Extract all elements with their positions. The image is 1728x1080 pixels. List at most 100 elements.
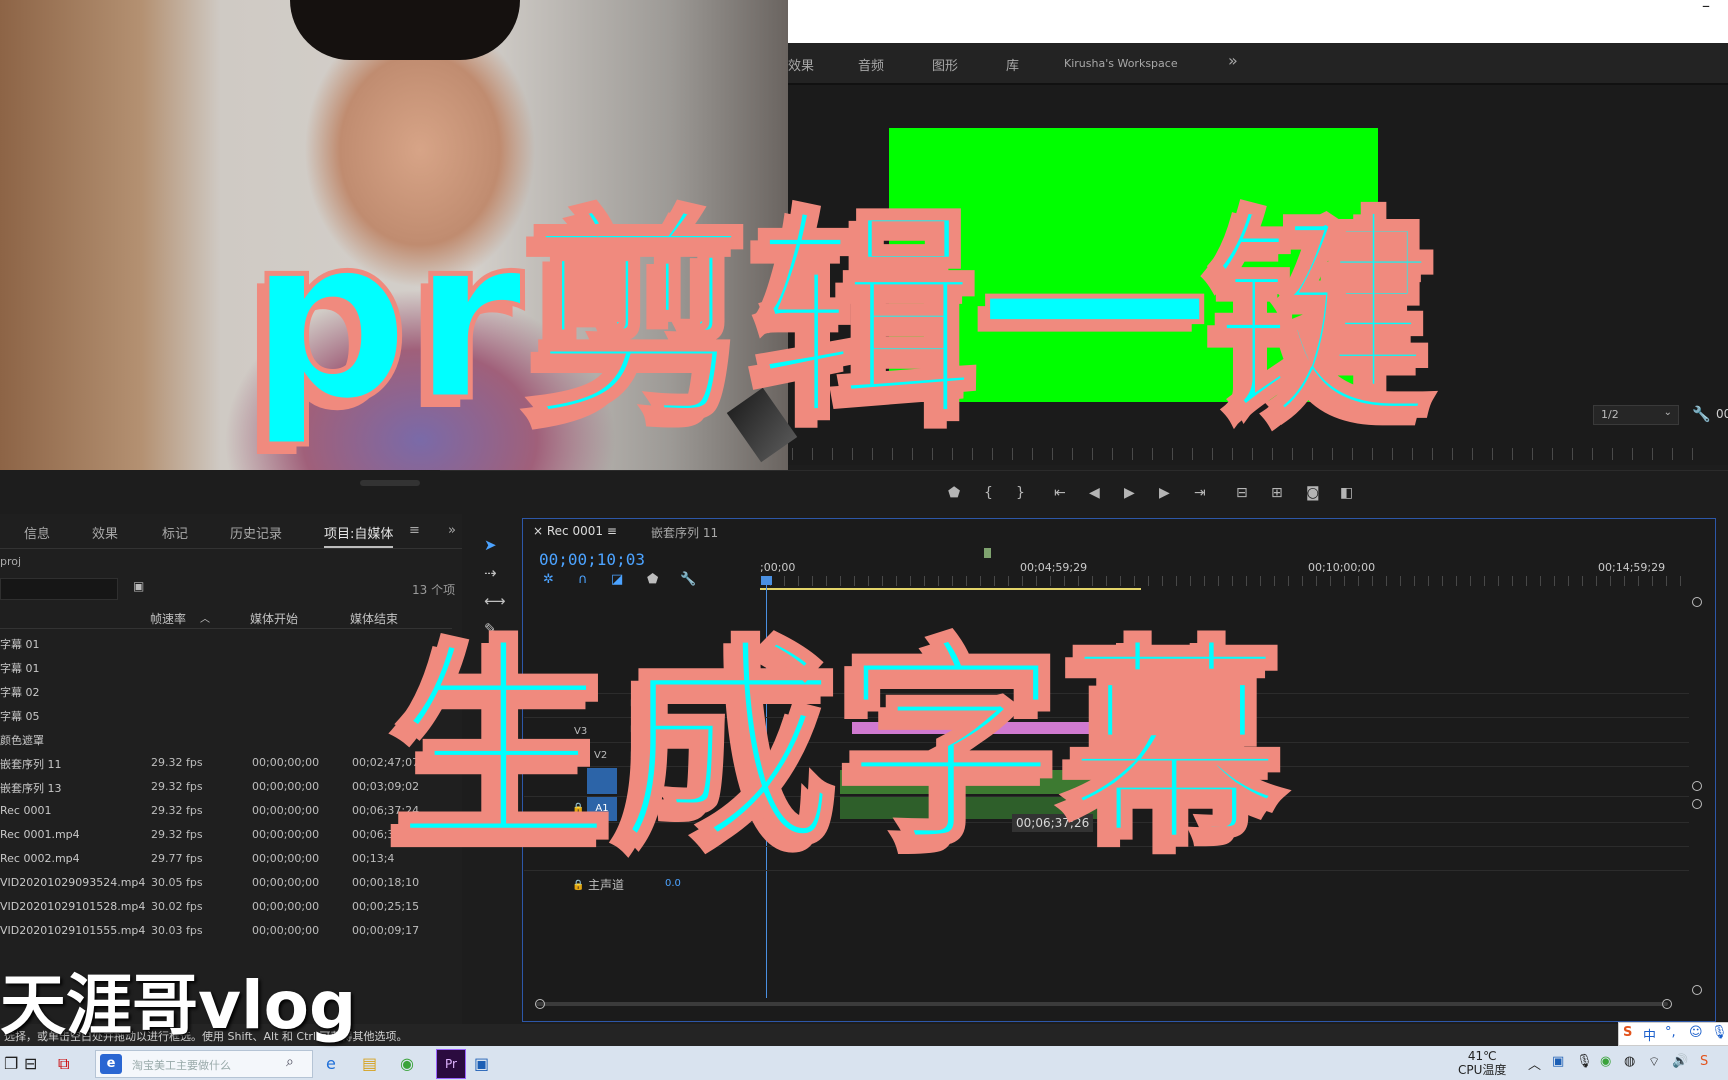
ime-lang[interactable]: 中 bbox=[1643, 1025, 1656, 1044]
camera-icon[interactable]: ◙ bbox=[1306, 485, 1320, 501]
table-row[interactable]: 嵌套序列 13 29.32 fps 00;00;00;00 00;03;09;02 bbox=[0, 775, 452, 799]
go-to-out-icon[interactable]: ⇥ bbox=[1194, 485, 1206, 501]
scroll-knob[interactable] bbox=[535, 999, 545, 1009]
scroll-knob[interactable] bbox=[1692, 985, 1702, 995]
table-row[interactable]: Rec 0001.mp4 29.32 fps 00;00;00;00 00;06;3 bbox=[0, 823, 452, 847]
sogou-tray-icon[interactable]: S bbox=[1700, 1054, 1708, 1069]
timeline-marker[interactable] bbox=[984, 548, 991, 558]
table-row[interactable]: VID20201029093524.mp4 30.05 fps 00;00;00;0… bbox=[0, 871, 452, 895]
scroll-knob[interactable] bbox=[1692, 597, 1702, 607]
wrench-icon[interactable]: 🔧 bbox=[1692, 405, 1711, 423]
workspace-tab-effects[interactable]: 效果 bbox=[788, 55, 814, 74]
table-row[interactable]: VID20201029101528.mp4 30.02 fps 00;00;00;0… bbox=[0, 895, 452, 919]
ripple-edit-icon[interactable]: ⟷ bbox=[484, 592, 506, 610]
go-to-in-icon[interactable]: ⇤ bbox=[1054, 485, 1066, 501]
scroll-knob[interactable] bbox=[1692, 799, 1702, 809]
mark-out-icon[interactable]: } bbox=[1016, 485, 1025, 501]
task-view-icon[interactable]: ⊟ bbox=[24, 1054, 37, 1073]
table-row[interactable]: 颜色遮罩 bbox=[0, 727, 452, 751]
mic-icon[interactable]: 🎙 bbox=[1711, 1025, 1728, 1040]
tray-app-icon[interactable]: ▣ bbox=[1552, 1054, 1564, 1069]
scroll-knob[interactable] bbox=[1692, 781, 1702, 791]
cpu-temp-value: 41℃ bbox=[1467, 1049, 1497, 1063]
edge-icon[interactable]: e bbox=[326, 1054, 336, 1073]
workspace-bar: 效果 音频 图形 库 Kirusha's Workspace » bbox=[788, 43, 1728, 85]
panel-more-icon[interactable]: » bbox=[448, 523, 456, 538]
workspace-more-icon[interactable]: » bbox=[1228, 51, 1238, 70]
new-bin-icon[interactable]: ▣ bbox=[133, 579, 144, 593]
tab-history[interactable]: 历史记录 bbox=[230, 523, 282, 542]
tray-expand-icon[interactable]: ︿ bbox=[1528, 1054, 1541, 1073]
marker-icon[interactable]: ⬟ bbox=[647, 572, 658, 587]
column-media-end[interactable]: 媒体结束 bbox=[350, 610, 398, 627]
table-row[interactable]: 字幕 01 bbox=[0, 631, 452, 655]
table-row[interactable]: 字幕 02 bbox=[0, 679, 452, 703]
timeline-timecode[interactable]: 00;00;10;03 bbox=[539, 550, 645, 569]
column-media-start[interactable]: 媒体开始 bbox=[250, 610, 298, 627]
mark-in-icon[interactable]: { bbox=[984, 485, 993, 501]
premiere-app-icon[interactable]: Pr bbox=[436, 1049, 466, 1079]
linked-select-icon[interactable]: ∩ bbox=[578, 572, 588, 587]
webcam-hair bbox=[290, 0, 520, 60]
tab-markers[interactable]: 标记 bbox=[162, 523, 188, 542]
tab-sequence-nested[interactable]: 嵌套序列 11 bbox=[651, 524, 718, 541]
step-forward-icon[interactable]: ▶ bbox=[1159, 485, 1170, 501]
playback-resolution-select[interactable]: 1/2 ⌄ bbox=[1593, 405, 1679, 425]
lift-icon[interactable]: ⊟ bbox=[1236, 485, 1248, 501]
selection-tool-icon[interactable]: ➤ bbox=[484, 536, 497, 554]
tab-sequence-rec0001[interactable]: × Rec 0001 ≡ bbox=[533, 524, 617, 538]
add-marker-timeline-icon[interactable]: ◪ bbox=[611, 572, 623, 587]
microphone-tray-icon[interactable]: 🎙 bbox=[1576, 1054, 1593, 1069]
add-marker-icon[interactable]: ⬟ bbox=[948, 485, 960, 501]
timeline-settings-icon[interactable]: 🔧 bbox=[680, 572, 696, 587]
item-framerate: 30.05 fps bbox=[151, 876, 203, 889]
ime-toolbar[interactable]: S 中 °, ☺ 🎙 bbox=[1618, 1022, 1728, 1046]
compare-icon[interactable]: ◧ bbox=[1340, 485, 1353, 501]
work-area-bar[interactable] bbox=[760, 588, 1141, 590]
taskbar-search[interactable]: e 淘宝美工主要做什么 ⌕ bbox=[95, 1050, 313, 1078]
tab-project[interactable]: 项目:自媒体 bbox=[324, 523, 394, 548]
workspace-tab-audio[interactable]: 音频 bbox=[858, 55, 884, 74]
folder-icon[interactable]: ▤ bbox=[362, 1054, 377, 1073]
step-back-icon[interactable]: ◀ bbox=[1089, 485, 1100, 501]
emoji-icon[interactable]: ☺ bbox=[1689, 1025, 1703, 1040]
timeline-ruler[interactable] bbox=[770, 576, 1690, 586]
wifi-icon[interactable]: ⌔ bbox=[1648, 1054, 1660, 1070]
security-icon[interactable]: ◉ bbox=[1600, 1054, 1611, 1069]
tab-info[interactable]: 信息 bbox=[24, 523, 50, 542]
snap-icon[interactable]: ✲ bbox=[543, 572, 554, 587]
workspace-tab-kirusha[interactable]: Kirusha's Workspace bbox=[1064, 57, 1178, 70]
play-icon[interactable]: ▶ bbox=[1124, 485, 1135, 501]
minimize-icon[interactable]: – bbox=[1702, 0, 1710, 15]
track-select-icon[interactable]: ⇢ bbox=[484, 564, 497, 582]
column-framerate[interactable]: 帧速率 bbox=[150, 610, 186, 627]
panel-menu-icon[interactable]: ≡ bbox=[409, 523, 420, 538]
item-framerate: 29.32 fps bbox=[151, 804, 203, 817]
workspace-tab-graphics[interactable]: 图形 bbox=[932, 55, 958, 74]
extract-icon[interactable]: ⊞ bbox=[1271, 485, 1283, 501]
project-search-input[interactable] bbox=[0, 578, 118, 600]
volume-icon[interactable]: 🔊 bbox=[1672, 1054, 1688, 1069]
table-row[interactable]: Rec 0002.mp4 29.77 fps 00;00;00;00 00;13;4 bbox=[0, 847, 452, 871]
table-row[interactable]: 字幕 01 bbox=[0, 655, 452, 679]
timeline-scrollbar[interactable] bbox=[536, 1002, 1668, 1006]
item-media-start: 00;00;00;00 bbox=[252, 828, 320, 841]
tab-effects[interactable]: 效果 bbox=[92, 523, 118, 542]
table-row[interactable]: 嵌套序列 11 29.32 fps 00;00;00;00 00;02;47;07 bbox=[0, 751, 452, 775]
start-icon[interactable]: ❐ bbox=[4, 1054, 18, 1073]
source-scrollbar[interactable] bbox=[360, 480, 420, 486]
cpu-temp-label: CPU温度 bbox=[1458, 1063, 1507, 1077]
program-controls: ⬟ { } ⇤ ◀ ▶ ▶ ⇥ ⊟ ⊞ ◙ ◧ bbox=[440, 470, 1728, 519]
ruler-tick: 00;14;59;29 bbox=[1598, 561, 1666, 574]
app-icon[interactable]: ⧉ bbox=[58, 1054, 69, 1074]
browser-360-icon[interactable]: ◉ bbox=[400, 1054, 414, 1073]
network-icon[interactable]: ◍ bbox=[1624, 1054, 1635, 1069]
table-row[interactable]: VID20201029101555.mp4 30.03 fps 00;00;00;0… bbox=[0, 919, 452, 943]
table-row[interactable]: Rec 0001 29.32 fps 00;00;00;00 00;06;37;24 bbox=[0, 799, 452, 823]
media-app-icon[interactable]: ▣ bbox=[474, 1054, 489, 1073]
scroll-knob[interactable] bbox=[1662, 999, 1672, 1009]
workspace-tab-library[interactable]: 库 bbox=[1006, 55, 1019, 74]
punctuation-icon[interactable]: °, bbox=[1665, 1025, 1676, 1040]
table-row[interactable]: 字幕 05 bbox=[0, 703, 452, 727]
sort-asc-icon[interactable]: ︿ bbox=[200, 610, 210, 625]
